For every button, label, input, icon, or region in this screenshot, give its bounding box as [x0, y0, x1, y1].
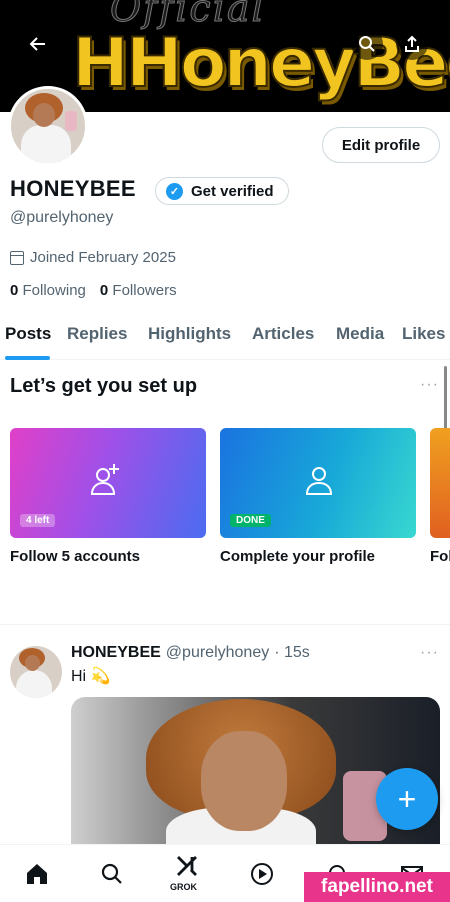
nav-search[interactable]: [97, 859, 127, 889]
complete-profile-card[interactable]: DONE: [220, 428, 416, 538]
verified-badge-icon: ✓: [166, 182, 183, 200]
nav-home[interactable]: [22, 859, 52, 889]
avatar-body: [21, 125, 71, 163]
profile-tabs: Posts Replies Highlights Articles Media …: [0, 318, 450, 360]
post-avatar-body: [16, 670, 52, 698]
active-tab-indicator: [5, 356, 50, 360]
post-author-name[interactable]: HONEYBEE: [71, 644, 161, 662]
tab-articles[interactable]: Articles: [252, 318, 314, 344]
get-verified-button[interactable]: ✓ Get verified: [155, 177, 289, 205]
card-progress-pill: 4 left: [20, 514, 56, 527]
watermark: fapellino.net: [304, 872, 450, 902]
post-text: Hi 💫: [71, 668, 111, 685]
card-done-pill: DONE: [230, 514, 271, 527]
search-icon: [101, 863, 122, 884]
grok-icon: [177, 856, 197, 876]
arrow-left-icon: [29, 37, 45, 51]
grok-label: GROK: [170, 882, 197, 892]
compose-post-button[interactable]: +: [376, 768, 438, 830]
profile-name: HONEYBEE: [10, 176, 136, 201]
followers-label: Followers: [112, 282, 177, 299]
tab-replies[interactable]: Replies: [67, 318, 127, 344]
banner-title-text: HHoneyBee: [71, 23, 450, 104]
nav-grok[interactable]: [172, 851, 202, 881]
share-button[interactable]: [396, 28, 428, 60]
follow-accounts-label: Follow 5 accounts: [10, 548, 141, 565]
followers-link[interactable]: 0 Followers: [100, 282, 177, 299]
nav-video[interactable]: [247, 859, 277, 889]
post-more-button[interactable]: ···: [420, 644, 439, 662]
search-icon: [359, 36, 375, 52]
tab-likes[interactable]: Likes: [402, 318, 445, 344]
follow-accounts-card[interactable]: 4 left: [10, 428, 206, 538]
edit-profile-button[interactable]: Edit profile: [322, 127, 440, 163]
partial-card-label: Fol: [430, 548, 450, 565]
tab-media[interactable]: Media: [336, 318, 384, 344]
back-button[interactable]: [22, 28, 54, 60]
person-icon: [305, 467, 333, 495]
post-author-handle[interactable]: @purelyhoney: [166, 644, 269, 662]
setup-more-button[interactable]: ···: [420, 376, 439, 394]
following-link[interactable]: 0 Following: [10, 282, 86, 299]
search-button[interactable]: [351, 28, 383, 60]
tab-posts[interactable]: Posts: [5, 318, 51, 344]
avatar-phone: [65, 111, 77, 131]
setup-card-partial[interactable]: [430, 428, 450, 538]
following-count: 0: [10, 282, 19, 299]
post-avatar-face: [25, 655, 40, 671]
follow-stats: 0 Following 0 Followers: [10, 282, 177, 299]
calendar-icon: [10, 250, 24, 265]
share-icon: [405, 35, 419, 52]
tab-highlights[interactable]: Highlights: [148, 318, 231, 344]
followers-count: 0: [99, 282, 109, 299]
setup-title: Let’s get you set up: [10, 375, 198, 397]
avatar-face: [33, 103, 55, 127]
following-label: Following: [22, 282, 86, 299]
joined-date: Joined February 2025: [10, 249, 176, 266]
play-icon: [251, 863, 273, 885]
get-verified-label: Get verified: [191, 182, 274, 200]
post-image[interactable]: [71, 697, 440, 847]
profile-avatar[interactable]: [8, 86, 88, 166]
post-timestamp: · 15s: [274, 644, 310, 661]
divider: [0, 624, 450, 625]
post-header: HONEYBEE @purelyhoney · 15s: [71, 644, 310, 662]
add-person-icon: [90, 464, 119, 495]
complete-profile-label: Complete your profile: [220, 548, 376, 565]
joined-text: Joined February 2025: [30, 249, 176, 266]
profile-handle: @purelyhoney: [10, 209, 114, 226]
image-face: [201, 731, 287, 831]
home-icon: [27, 864, 47, 884]
post-avatar[interactable]: [10, 646, 62, 698]
